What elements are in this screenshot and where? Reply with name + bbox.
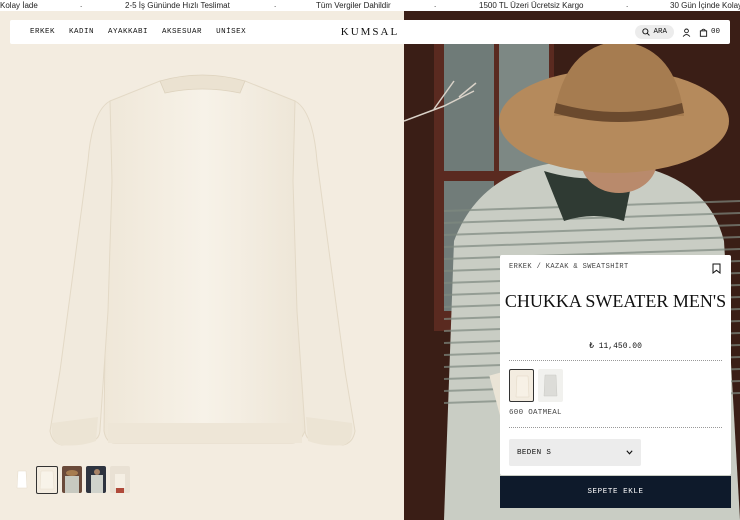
search-button[interactable]: ARA bbox=[635, 25, 674, 39]
chevron-down-icon bbox=[626, 450, 633, 455]
thumbnail-model-photo bbox=[115, 474, 125, 493]
ticker-item: Kolay İade bbox=[0, 1, 38, 10]
divider bbox=[509, 360, 722, 361]
swatch-sweater bbox=[515, 375, 530, 398]
bookmark-icon bbox=[712, 263, 721, 275]
thumbnail-model-photo bbox=[65, 470, 79, 493]
color-swatch-grey[interactable] bbox=[538, 369, 563, 402]
ticker-item: 1500 TL Üzeri Ücretsiz Kargo bbox=[479, 1, 584, 10]
gallery-thumbnail-active[interactable] bbox=[36, 466, 58, 494]
nav-item-erkek[interactable]: ERKEK bbox=[30, 28, 55, 36]
thumbnail-sweater-back bbox=[39, 470, 55, 490]
nav-item-unisex[interactable]: UNİSEX bbox=[216, 28, 246, 36]
search-label: ARA bbox=[653, 28, 667, 36]
product-title: CHUKKA SWEATER MEN'S bbox=[504, 291, 727, 311]
nav-item-kadin[interactable]: KADIN bbox=[69, 28, 94, 36]
user-icon bbox=[682, 28, 691, 37]
ticker-separator: . bbox=[274, 0, 277, 9]
bag-icon bbox=[699, 28, 708, 37]
swatch-sweater bbox=[543, 374, 558, 397]
gallery-thumbnail[interactable] bbox=[12, 466, 32, 493]
main-nav: ERKEK KADIN AYAKKABI AKSESUAR UNİSEX bbox=[30, 20, 246, 44]
color-swatch-oatmeal[interactable] bbox=[509, 369, 534, 402]
cart-button[interactable]: 00 bbox=[699, 28, 720, 37]
add-to-cart-button[interactable]: SEPETE EKLE bbox=[500, 476, 731, 508]
cart-count: 00 bbox=[710, 28, 720, 36]
announcement-bar: Kolay İade . 2-5 İş Gününde Hızlı Teslim… bbox=[0, 0, 740, 11]
size-select[interactable]: BEDEN S bbox=[509, 439, 641, 466]
ticker-item: 30 Gün İçinde Kolay bbox=[670, 1, 740, 10]
ticker-separator: . bbox=[626, 0, 629, 9]
search-icon bbox=[642, 28, 651, 36]
size-select-value: BEDEN S bbox=[517, 448, 552, 457]
breadcrumb[interactable]: ERKEK / KAZAK & SWEATSHİRT bbox=[509, 263, 629, 271]
nav-item-ayakkabi[interactable]: AYAKKABI bbox=[108, 28, 148, 36]
wishlist-button[interactable] bbox=[712, 261, 721, 279]
product-price: ₺ 11,450.00 bbox=[589, 342, 642, 351]
sweater-illustration bbox=[49, 74, 356, 446]
divider bbox=[509, 427, 722, 428]
color-swatches bbox=[509, 369, 563, 402]
gallery-thumbnail[interactable] bbox=[86, 466, 106, 493]
thumbnail-sweater-front bbox=[16, 470, 28, 489]
nav-item-aksesuar[interactable]: AKSESUAR bbox=[162, 28, 202, 36]
product-main-image[interactable] bbox=[0, 11, 404, 520]
gallery-thumbnail[interactable] bbox=[110, 466, 130, 493]
product-info-card: ERKEK / KAZAK & SWEATSHİRT CHUKKA SWEATE… bbox=[500, 255, 731, 475]
ticker-separator: . bbox=[434, 0, 437, 9]
account-button[interactable] bbox=[682, 28, 691, 37]
thumbnail-model-photo bbox=[91, 469, 103, 493]
ticker-separator: . bbox=[80, 0, 83, 9]
gallery-thumbnails bbox=[12, 466, 130, 494]
gallery-thumbnail[interactable] bbox=[62, 466, 82, 493]
ticker-item: Tüm Vergiler Dahildir bbox=[316, 1, 391, 10]
header-actions: ARA 00 bbox=[635, 20, 720, 44]
top-navigation-bar: ERKEK KADIN AYAKKABI AKSESUAR UNİSEX KUM… bbox=[10, 20, 730, 44]
selected-color-name: 600 OATMEAL bbox=[509, 409, 562, 417]
ticker-item: 2-5 İş Gününde Hızlı Teslimat bbox=[125, 1, 230, 10]
